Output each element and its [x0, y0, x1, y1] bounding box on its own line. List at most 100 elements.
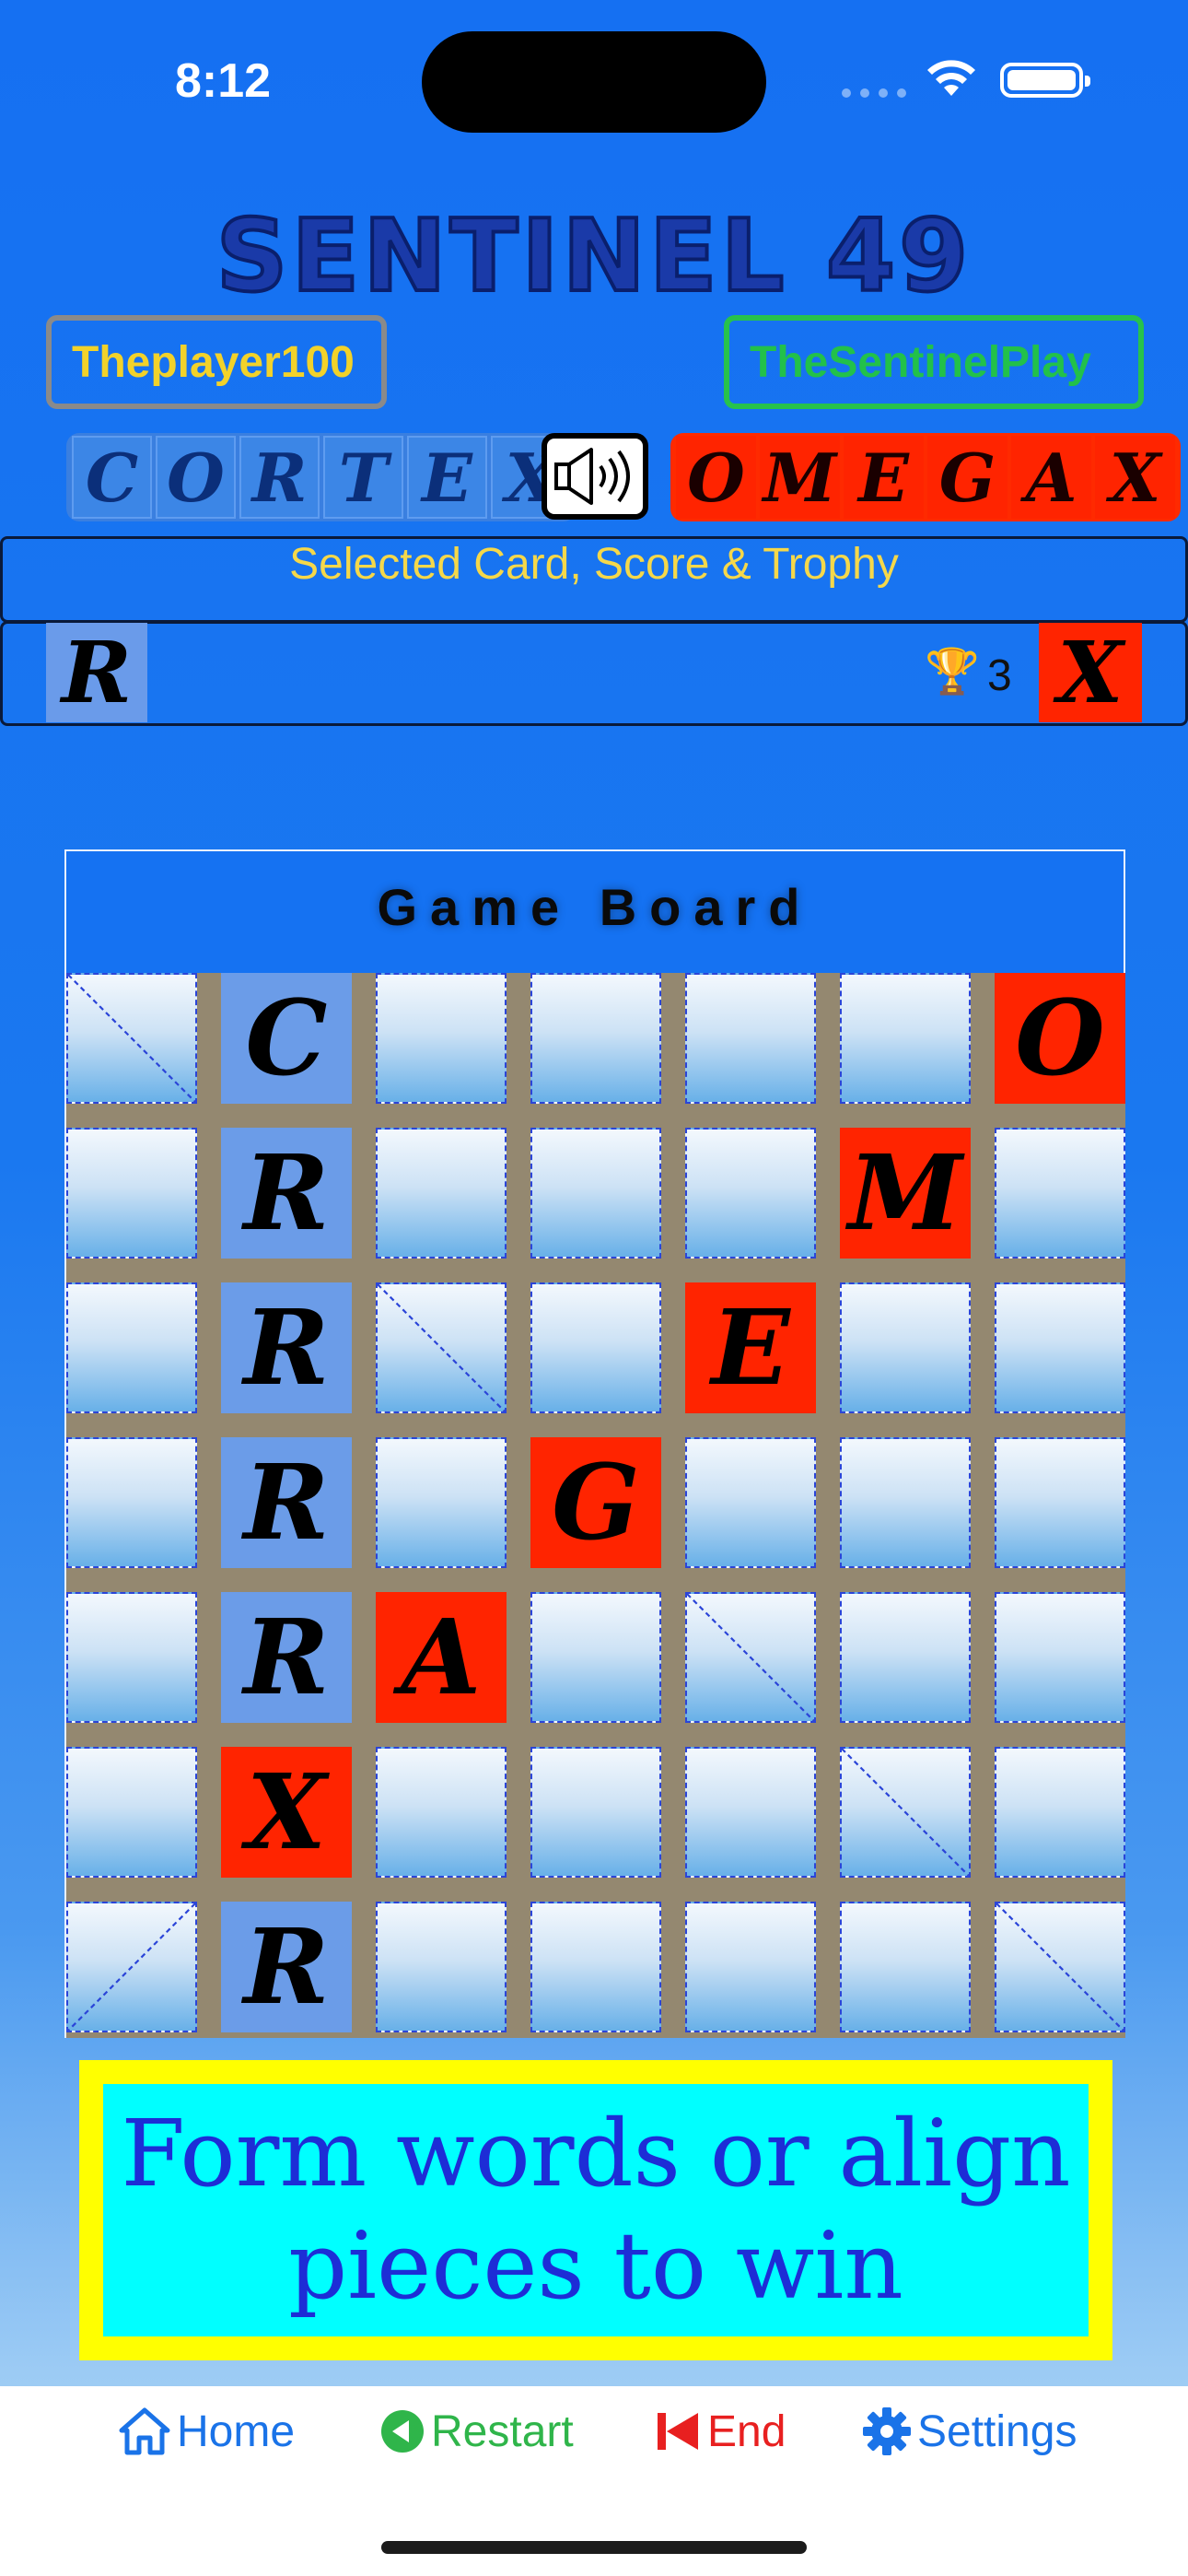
diagonal-marker-icon [842, 1749, 969, 1876]
board-cell-empty[interactable] [840, 1592, 971, 1723]
board-cell-empty[interactable] [995, 1592, 1125, 1723]
board-cell-empty[interactable] [66, 1282, 197, 1413]
word-tile: E [844, 436, 924, 519]
player-word-cortex: C O R T E X [66, 433, 577, 521]
board-cell-empty[interactable] [66, 1437, 197, 1568]
diagonal-marker-icon [996, 1903, 1124, 2031]
board-cell-empty[interactable] [685, 973, 816, 1104]
board-cell-empty[interactable] [685, 1747, 816, 1878]
tab-settings-label: Settings [917, 2406, 1077, 2456]
tab-home-label: Home [177, 2406, 296, 2456]
board-piece[interactable]: O [995, 973, 1125, 1104]
word-tile: C [72, 436, 152, 519]
board-grid: CORMRERGRAXR [66, 973, 1125, 2038]
board-cell-empty[interactable] [66, 1902, 197, 2032]
board-cell-empty[interactable] [376, 973, 507, 1104]
board-piece[interactable]: R [221, 1128, 352, 1259]
board-piece[interactable]: G [530, 1437, 661, 1568]
board-cell-empty[interactable] [530, 973, 661, 1104]
board-cell-empty[interactable] [66, 973, 197, 1104]
word-tile: X [1095, 436, 1175, 519]
board-piece[interactable]: R [221, 1282, 352, 1413]
battery-icon [1000, 63, 1090, 98]
board-piece[interactable]: C [221, 973, 352, 1104]
selected-card[interactable]: R [46, 623, 147, 722]
board-piece[interactable]: R [221, 1437, 352, 1568]
trophy-icon: 🏆 [925, 648, 980, 697]
game-board: Game Board CORMRERGRAXR [64, 849, 1125, 2038]
tab-settings[interactable]: Settings [862, 2399, 1077, 2464]
board-cell-empty[interactable] [376, 1747, 507, 1878]
board-cell-empty[interactable] [530, 1747, 661, 1878]
diagonal-marker-icon [68, 1903, 195, 2031]
board-cell-empty[interactable] [376, 1902, 507, 2032]
player-left-name: Theplayer100 [46, 315, 387, 409]
board-cell-empty[interactable] [840, 973, 971, 1104]
board-piece[interactable]: M [840, 1128, 971, 1259]
sound-toggle-button[interactable] [542, 433, 648, 520]
dynamic-island [422, 31, 766, 133]
house-icon [119, 2407, 170, 2455]
board-cell-empty[interactable] [995, 1128, 1125, 1259]
opponent-word-omegax: O M E G A X [670, 433, 1181, 521]
board-cell-empty[interactable] [995, 1902, 1125, 2032]
word-tile: O [676, 436, 756, 519]
board-cell-empty[interactable] [685, 1437, 816, 1568]
home-indicator [381, 2541, 807, 2554]
board-cell-empty[interactable] [66, 1592, 197, 1723]
board-cell-empty[interactable] [840, 1902, 971, 2032]
tab-restart[interactable]: Restart [379, 2399, 574, 2464]
word-tile: M [760, 436, 840, 519]
board-cell-empty[interactable] [376, 1437, 507, 1568]
board-cell-empty[interactable] [840, 1282, 971, 1413]
status-time: 8:12 [175, 54, 272, 108]
word-tile: A [1011, 436, 1091, 519]
board-cell-empty[interactable] [530, 1592, 661, 1723]
wifi-icon [927, 60, 975, 96]
board-piece[interactable]: X [221, 1747, 352, 1878]
score-panel-caption: Selected Card, Score & Trophy [289, 540, 899, 589]
signal-icon [842, 88, 906, 98]
board-cell-empty[interactable] [685, 1128, 816, 1259]
board-cell-empty[interactable] [530, 1128, 661, 1259]
diagonal-marker-icon [68, 975, 195, 1102]
board-cell-empty[interactable] [995, 1747, 1125, 1878]
word-tile: O [156, 436, 236, 519]
gear-icon [863, 2407, 911, 2455]
board-cell-empty[interactable] [685, 1902, 816, 2032]
word-tile: T [323, 436, 403, 519]
restart-icon [381, 2410, 424, 2453]
score-value: 3 [987, 651, 1012, 700]
opponent-card: X [1039, 623, 1142, 722]
tab-restart-label: Restart [431, 2406, 574, 2456]
word-tile: R [239, 436, 320, 519]
end-icon [658, 2413, 698, 2450]
diagonal-marker-icon [687, 1594, 814, 1721]
board-cell-empty[interactable] [530, 1282, 661, 1413]
diagonal-marker-icon [378, 1284, 505, 1411]
board-cell-empty[interactable] [66, 1747, 197, 1878]
board-cell-empty[interactable] [840, 1437, 971, 1568]
word-tile: G [927, 436, 1007, 519]
hint-line-1: Form words or align [121, 2100, 1071, 2207]
board-cell-empty[interactable] [530, 1902, 661, 2032]
board-piece[interactable]: E [685, 1282, 816, 1413]
board-cell-empty[interactable] [376, 1128, 507, 1259]
board-cell-empty[interactable] [685, 1592, 816, 1723]
board-piece[interactable]: A [376, 1592, 507, 1723]
board-piece[interactable]: R [221, 1902, 352, 2032]
word-tile: E [407, 436, 487, 519]
board-cell-empty[interactable] [995, 1282, 1125, 1413]
speaker-icon [554, 448, 630, 505]
board-cell-empty[interactable] [995, 1437, 1125, 1568]
tab-end-label: End [707, 2406, 786, 2456]
player-right-name: TheSentinelPlay [724, 315, 1144, 409]
board-cell-empty[interactable] [66, 1128, 197, 1259]
board-piece[interactable]: R [221, 1592, 352, 1723]
board-cell-empty[interactable] [840, 1747, 971, 1878]
game-title: SENTINEL 49 [215, 197, 973, 316]
tab-home[interactable]: Home [118, 2399, 295, 2464]
tab-end[interactable]: End [656, 2399, 786, 2464]
hint-box: Form words or align pieces to win [103, 2084, 1089, 2336]
board-cell-empty[interactable] [376, 1282, 507, 1413]
